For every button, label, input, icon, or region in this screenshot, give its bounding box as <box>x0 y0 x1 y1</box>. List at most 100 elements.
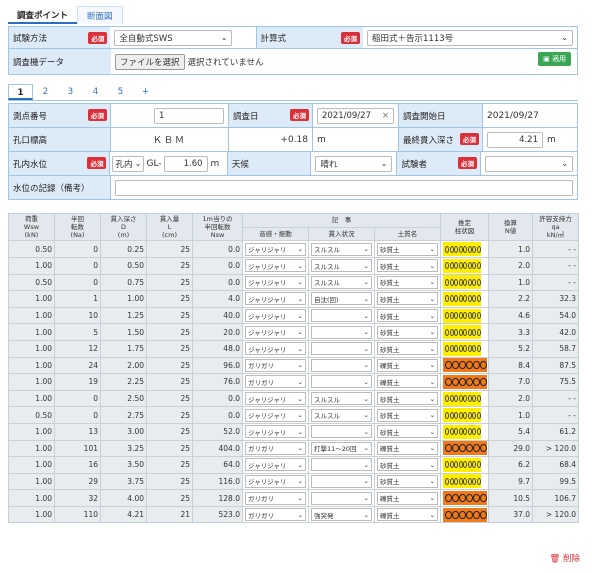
cell-d[interactable]: 0.25 <box>100 240 147 258</box>
cell-nsw[interactable]: 40.0 <box>192 306 243 325</box>
cell-na[interactable]: 101 <box>54 439 101 458</box>
cell-wsw[interactable]: 0.50 <box>8 406 55 424</box>
cell-d[interactable]: 2.75 <box>100 406 147 424</box>
tab-point-2[interactable]: 2 <box>33 84 58 100</box>
cell-d[interactable]: 3.50 <box>100 456 147 474</box>
soil-select[interactable]: 砂質土 ⌄ <box>377 342 439 356</box>
cell-na[interactable]: 13 <box>54 422 101 441</box>
cell-na[interactable]: 1 <box>54 290 101 308</box>
cell-nsw[interactable]: 116.0 <box>192 472 243 491</box>
pen-select[interactable]: ⌄ <box>311 425 372 439</box>
cell-d[interactable]: 2.25 <box>100 373 147 391</box>
cell-nsw[interactable]: 0.0 <box>192 240 243 258</box>
soil-select[interactable]: 砂質土 ⌄ <box>377 242 439 256</box>
weather-select[interactable]: 晴れ ⌄ <box>315 155 393 172</box>
pen-select[interactable]: ⌄ <box>311 458 372 472</box>
soil-select[interactable]: 砂質土 ⌄ <box>377 259 439 273</box>
tab-point-4[interactable]: 4 <box>83 84 108 100</box>
pen-select[interactable]: ⌄ <box>311 309 372 323</box>
cell-l[interactable]: 25 <box>146 406 193 424</box>
sound-select[interactable]: ジャリジャリ ⌄ <box>245 309 306 323</box>
cell-l[interactable]: 25 <box>146 273 193 292</box>
cell-na[interactable]: 29 <box>54 472 101 491</box>
soil-select[interactable]: 礫質土 ⌄ <box>377 508 439 522</box>
cell-l[interactable]: 25 <box>146 472 193 491</box>
cell-l[interactable]: 25 <box>146 489 193 507</box>
cell-d[interactable]: 1.25 <box>100 306 147 325</box>
final-depth-input[interactable]: 4.21 <box>487 131 543 148</box>
sound-select[interactable]: ジャリジャリ ⌄ <box>245 259 306 273</box>
cell-na[interactable]: 12 <box>54 339 101 358</box>
cell-d[interactable]: 4.21 <box>100 505 147 524</box>
cell-nsw[interactable]: 128.0 <box>192 489 243 507</box>
cell-wsw[interactable]: 1.00 <box>8 339 55 358</box>
soil-select[interactable]: 礫質土 ⌄ <box>377 358 439 372</box>
cell-wsw[interactable]: 1.00 <box>8 439 55 458</box>
cell-wsw[interactable]: 1.00 <box>8 505 55 524</box>
sound-select[interactable]: ジャリジャリ ⌄ <box>245 342 306 356</box>
pen-select[interactable]: スルスル ⌄ <box>311 392 372 406</box>
point-no-input[interactable]: 1 <box>154 107 224 124</box>
pen-select[interactable]: 自沈(回) ⌄ <box>311 292 372 306</box>
cell-na[interactable]: 16 <box>54 456 101 474</box>
cell-d[interactable]: 0.50 <box>100 256 147 275</box>
tab-point-5[interactable]: 5 <box>108 84 133 100</box>
pen-select[interactable]: ⌄ <box>311 342 372 356</box>
sound-select[interactable]: ジャリジャリ ⌄ <box>245 325 306 339</box>
sound-select[interactable]: ジャリジャリ ⌄ <box>245 275 306 289</box>
tab-point-3[interactable]: 3 <box>58 84 83 100</box>
cell-d[interactable]: 1.00 <box>100 290 147 308</box>
cell-d[interactable]: 0.75 <box>100 273 147 292</box>
sound-select[interactable]: ガリガリ ⌄ <box>245 375 306 389</box>
cell-wsw[interactable]: 1.00 <box>8 356 55 375</box>
pen-select[interactable]: スルスル ⌄ <box>311 259 372 273</box>
sound-select[interactable]: ガリガリ ⌄ <box>245 358 306 372</box>
cell-l[interactable]: 25 <box>146 240 193 258</box>
cell-nsw[interactable]: 20.0 <box>192 323 243 341</box>
apply-button[interactable]: ▣ 適用 <box>538 52 571 66</box>
cell-nsw[interactable]: 64.0 <box>192 456 243 474</box>
cell-l[interactable]: 25 <box>146 290 193 308</box>
soil-select[interactable]: 砂質土 ⌄ <box>377 325 439 339</box>
sound-select[interactable]: ガリガリ ⌄ <box>245 508 306 522</box>
tab-survey-point[interactable]: 調査ポイント <box>8 6 78 24</box>
cell-nsw[interactable]: 0.0 <box>192 273 243 292</box>
tester-select[interactable]: ⌄ <box>485 155 574 172</box>
cell-l[interactable]: 21 <box>146 505 193 524</box>
cell-d[interactable]: 2.50 <box>100 389 147 408</box>
cell-na[interactable]: 0 <box>54 256 101 275</box>
cell-nsw[interactable]: 96.0 <box>192 356 243 375</box>
cell-nsw[interactable]: 76.0 <box>192 373 243 391</box>
survey-date-input[interactable]: 2021/09/27 × <box>317 107 394 124</box>
cell-l[interactable]: 25 <box>146 456 193 474</box>
pen-select[interactable]: 打撃11〜20回 ⌄ <box>311 441 372 455</box>
sound-select[interactable]: ガリガリ ⌄ <box>245 441 306 455</box>
cell-nsw[interactable]: 523.0 <box>192 505 243 524</box>
cell-wsw[interactable]: 1.00 <box>8 256 55 275</box>
cell-wsw[interactable]: 1.00 <box>8 306 55 325</box>
cell-wsw[interactable]: 1.00 <box>8 323 55 341</box>
cell-l[interactable]: 25 <box>146 439 193 458</box>
cell-na[interactable]: 10 <box>54 306 101 325</box>
cell-nsw[interactable]: 52.0 <box>192 422 243 441</box>
cell-na[interactable]: 0 <box>54 389 101 408</box>
cell-na[interactable]: 5 <box>54 323 101 341</box>
cell-na[interactable]: 19 <box>54 373 101 391</box>
cell-na[interactable]: 0 <box>54 240 101 258</box>
soil-select[interactable]: 砂質土 ⌄ <box>377 292 439 306</box>
cell-nsw[interactable]: 0.0 <box>192 256 243 275</box>
cell-nsw[interactable]: 404.0 <box>192 439 243 458</box>
pen-select[interactable]: スルスル ⌄ <box>311 242 372 256</box>
cell-nsw[interactable]: 4.0 <box>192 290 243 308</box>
sound-select[interactable]: ガリガリ ⌄ <box>245 491 306 505</box>
cell-nsw[interactable]: 0.0 <box>192 406 243 424</box>
calc-select[interactable]: 稲田式＋告示1113号 ⌄ <box>367 29 573 46</box>
pen-select[interactable]: 強突発 ⌄ <box>311 508 372 522</box>
pen-select[interactable]: ⌄ <box>311 358 372 372</box>
cell-wsw[interactable]: 1.00 <box>8 456 55 474</box>
sound-select[interactable]: ジャリジャリ ⌄ <box>245 292 306 306</box>
soil-select[interactable]: 礫質土 ⌄ <box>377 491 439 505</box>
cell-na[interactable]: 110 <box>54 505 101 524</box>
cell-na[interactable]: 0 <box>54 273 101 292</box>
pen-select[interactable]: スルスル ⌄ <box>311 275 372 289</box>
